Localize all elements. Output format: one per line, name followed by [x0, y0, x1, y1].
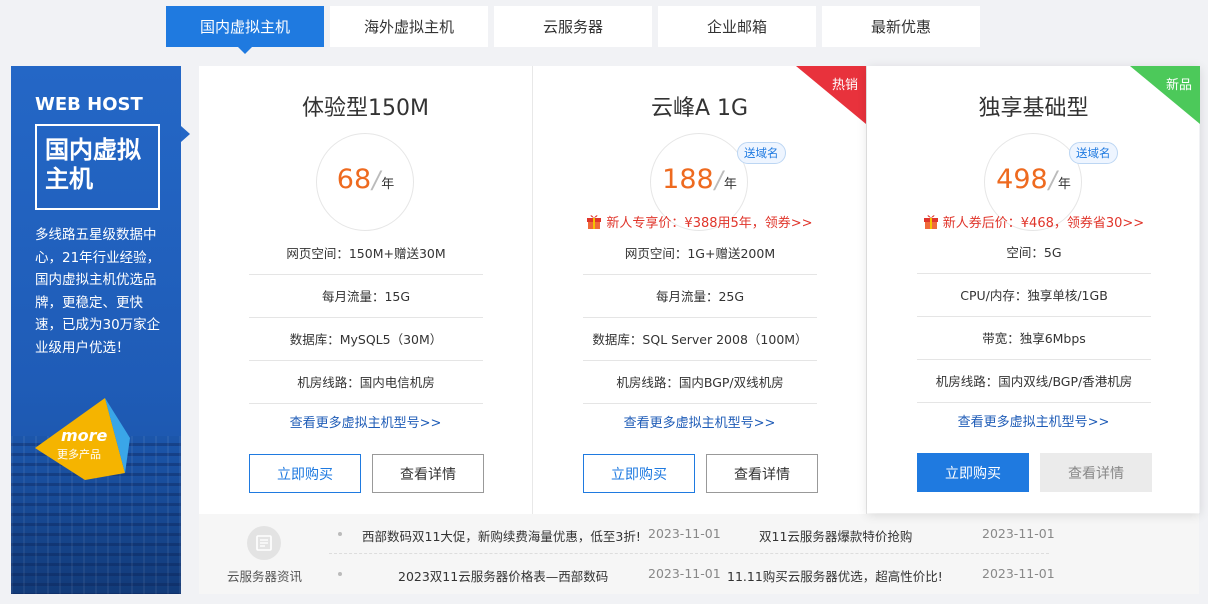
- view-details-button[interactable]: 查看详情: [1040, 453, 1152, 492]
- news-item[interactable]: 西部数码双11大促，新购续费海量优惠，低至3折!: [362, 526, 641, 545]
- spec-row: CPU/内存：独享单核/1GB: [917, 274, 1151, 317]
- buy-now-button[interactable]: 立即购买: [249, 454, 361, 493]
- view-details-button[interactable]: 查看详情: [372, 454, 484, 493]
- bullet: [338, 572, 342, 576]
- price: 498/年: [996, 164, 1071, 195]
- promo-text: 新人专享价：¥388用5年，领券>>: [606, 216, 813, 231]
- price-unit: 年: [723, 177, 737, 192]
- spec-row: 网页空间：1G+赠送200M: [583, 232, 817, 275]
- promo-text: 新人券后价：¥468，领券省30>>: [942, 216, 1145, 231]
- banner-title-en: WEB HOST: [35, 94, 143, 115]
- document-icon: [256, 535, 272, 551]
- product-tabs: 国内虚拟主机 海外虚拟主机 云服务器 企业邮箱 最新优惠: [166, 6, 980, 54]
- product-panel: 体验型150M 68/年 网页空间：150M+赠送30M 每月流量：15G 数据…: [199, 66, 1200, 514]
- more-label-cn: 更多产品: [57, 448, 101, 461]
- price: 68/年: [336, 164, 395, 195]
- tab-overseas-hosting[interactable]: 海外虚拟主机: [330, 6, 488, 47]
- spec-row: 机房线路：国内BGP/双线机房: [583, 361, 817, 404]
- view-details-button[interactable]: 查看详情: [706, 454, 818, 493]
- spec-row: 每月流量：25G: [583, 275, 817, 318]
- price-value: 68: [336, 164, 372, 195]
- tab-latest-offers[interactable]: 最新优惠: [822, 6, 980, 47]
- tab-enterprise-email[interactable]: 企业邮箱: [658, 6, 816, 47]
- spec-row: 网页空间：150M+赠送30M: [249, 232, 483, 275]
- spec-row: 数据库：SQL Server 2008（100M）: [583, 318, 817, 361]
- buy-now-button[interactable]: 立即购买: [917, 453, 1029, 492]
- banner-title-line2: 主机: [45, 165, 93, 193]
- tab-domestic-hosting[interactable]: 国内虚拟主机: [166, 6, 324, 54]
- news-date: 2023-11-01: [648, 566, 721, 581]
- product-title: 独享基础型: [978, 96, 1089, 121]
- price-unit: 年: [381, 177, 395, 192]
- news-icon: [247, 526, 281, 560]
- buy-now-button[interactable]: 立即购买: [583, 454, 695, 493]
- news-divider: [329, 553, 1049, 554]
- spec-row: 带宽：独享6Mbps: [917, 317, 1151, 360]
- gift-icon: [587, 215, 602, 229]
- news-date: 2023-11-01: [648, 526, 721, 541]
- spec-row: 机房线路：国内双线/BGP/香港机房: [917, 360, 1151, 403]
- free-domain-tag: 送域名: [737, 142, 786, 164]
- spec-row: 空间：5G: [917, 231, 1151, 274]
- banner-title-line1: 国内虚拟: [45, 136, 141, 164]
- product-title: 云峰A 1G: [650, 96, 749, 121]
- price-value: 188: [662, 164, 714, 195]
- news-item[interactable]: 11.11购买云服务器优选，超高性价比!: [727, 566, 943, 585]
- news-item[interactable]: 双11云服务器爆款特价抢购: [759, 526, 912, 545]
- banner-title-box: 国内虚拟 主机: [35, 124, 160, 210]
- promo-link[interactable]: 新人专享价：¥388用5年，领券>>: [533, 212, 866, 231]
- product-card-trial: 体验型150M 68/年 网页空间：150M+赠送30M 每月流量：15G 数据…: [199, 66, 533, 514]
- spec-row: 数据库：MySQL5（30M）: [249, 318, 483, 361]
- price-value: 498: [996, 164, 1048, 195]
- banner-description: 多线路五星级数据中心，21年行业经验，国内虚拟主机优选品牌，更稳定、更快速，已成…: [35, 227, 161, 356]
- gift-icon: [923, 215, 938, 229]
- spec-row: 每月流量：15G: [249, 275, 483, 318]
- spec-row: 机房线路：国内电信机房: [249, 361, 483, 404]
- promo-link[interactable]: 新人券后价：¥468，领券省30>>: [867, 212, 1200, 231]
- news-date: 2023-11-01: [982, 566, 1055, 581]
- news-label: 云服务器资讯: [227, 569, 303, 584]
- product-card-dedicated: 新品 独享基础型 送域名 498/年 新人券后价：¥468，领券省30>> 空间…: [867, 66, 1200, 513]
- more-models-link[interactable]: 查看更多虚拟主机型号>>: [867, 411, 1200, 430]
- product-card-yunfeng: 热销 云峰A 1G 送域名 188/年 新人专享价：¥388用5年，领券>> 网…: [533, 66, 867, 514]
- news-date: 2023-11-01: [982, 526, 1055, 541]
- price: 188/年: [662, 164, 737, 195]
- more-models-link[interactable]: 查看更多虚拟主机型号>>: [199, 412, 532, 431]
- free-domain-tag: 送域名: [1069, 142, 1118, 164]
- product-title: 体验型150M: [302, 96, 429, 121]
- tab-cloud-server[interactable]: 云服务器: [494, 6, 652, 47]
- more-models-link[interactable]: 查看更多虚拟主机型号>>: [533, 412, 866, 431]
- banner-pointer: [181, 126, 190, 142]
- category-banner: WEB HOST 国内虚拟 主机 多线路五星级数据中心，21年行业经验，国内虚拟…: [11, 66, 181, 594]
- price-unit: 年: [1057, 177, 1071, 192]
- more-products-badge[interactable]: more 更多产品: [35, 398, 135, 488]
- more-label-en: more: [61, 426, 108, 445]
- news-item[interactable]: 2023双11云服务器价格表—西部数码: [398, 566, 608, 585]
- news-section: 云服务器资讯 西部数码双11大促，新购续费海量优惠，低至3折! 2023-11-…: [199, 514, 1199, 594]
- bullet: [338, 532, 342, 536]
